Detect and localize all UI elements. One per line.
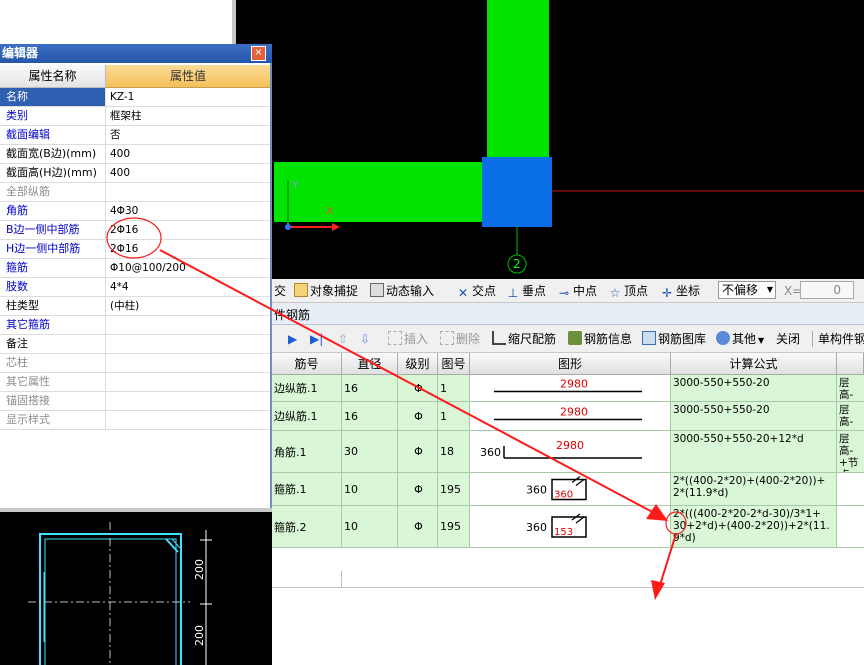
annotation-arrowhead-2 [651, 580, 665, 600]
annotation-arrow-line [159, 249, 661, 517]
annotation-arrowhead [646, 504, 668, 521]
annotation-overlay [106, 217, 687, 600]
annotation-circle-rebar [106, 217, 162, 259]
annotation-circle-formula [665, 511, 687, 535]
annotation-arrow2-line [659, 533, 677, 586]
